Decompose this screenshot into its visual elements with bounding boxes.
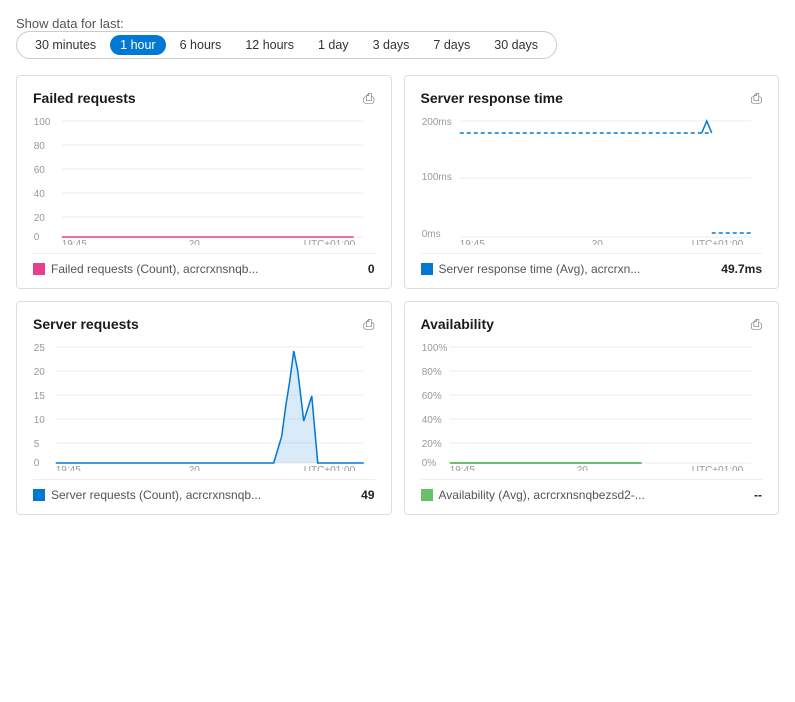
charts-grid: Failed requests ⎙ 100 80 60 40 20 0 [16, 75, 779, 515]
availability-legend-value: -- [754, 488, 762, 502]
failed-requests-title: Failed requests [33, 90, 136, 106]
server-response-time-legend: Server response time (Avg), acrcrxn... 4… [421, 253, 763, 276]
svg-text:0: 0 [34, 458, 40, 469]
server-requests-card: Server requests ⎙ 25 20 15 10 5 0 [16, 301, 392, 515]
svg-text:100%: 100% [421, 343, 447, 354]
svg-text:100: 100 [34, 117, 51, 128]
server-requests-chart-area: 25 20 15 10 5 0 19:45 20 UTC+01:00 [33, 341, 375, 471]
availability-card: Availability ⎙ 100% 80% 60% 40% 20% 0% [404, 301, 780, 515]
availability-legend-text: Availability (Avg), acrcrxnsnqbezsd2-... [439, 488, 645, 502]
server-requests-legend-color-icon [33, 489, 45, 501]
time-btn-30days[interactable]: 30 days [484, 35, 548, 55]
server-response-time-legend-text: Server response time (Avg), acrcrxn... [439, 262, 641, 276]
svg-text:0%: 0% [421, 458, 436, 469]
failed-requests-legend-color-icon [33, 263, 45, 275]
svg-text:19:45: 19:45 [62, 239, 87, 245]
svg-text:200ms: 200ms [421, 117, 451, 128]
svg-text:60: 60 [34, 165, 46, 176]
svg-text:UTC+01:00: UTC+01:00 [304, 239, 356, 245]
failed-requests-card: Failed requests ⎙ 100 80 60 40 20 0 [16, 75, 392, 289]
time-btn-12hours[interactable]: 12 hours [235, 35, 304, 55]
time-btn-6hours[interactable]: 6 hours [170, 35, 232, 55]
time-btn-1hour[interactable]: 1 hour [110, 35, 165, 55]
availability-title: Availability [421, 316, 494, 332]
svg-text:UTC+01:00: UTC+01:00 [691, 465, 743, 471]
server-response-time-header: Server response time ⎙ [421, 90, 763, 107]
svg-text:40: 40 [34, 189, 46, 200]
svg-text:19:45: 19:45 [56, 465, 81, 471]
svg-text:10: 10 [34, 415, 46, 426]
svg-text:0: 0 [34, 232, 40, 243]
server-response-time-svg: 200ms 100ms 0ms 19:45 20 UTC+01:00 [421, 115, 763, 245]
svg-text:UTC+01:00: UTC+01:00 [691, 239, 743, 245]
server-response-time-chart-area: 200ms 100ms 0ms 19:45 20 UTC+01:00 [421, 115, 763, 245]
server-requests-header: Server requests ⎙ [33, 316, 375, 333]
svg-text:0ms: 0ms [421, 229, 440, 240]
availability-pin-icon[interactable]: ⎙ [751, 316, 762, 333]
svg-text:20%: 20% [421, 439, 441, 450]
svg-text:60%: 60% [421, 391, 441, 402]
svg-text:25: 25 [34, 343, 46, 354]
server-response-time-legend-color-icon [421, 263, 433, 275]
svg-text:80: 80 [34, 141, 46, 152]
server-requests-legend-value: 49 [361, 488, 374, 502]
server-requests-svg: 25 20 15 10 5 0 19:45 20 UTC+01:00 [33, 341, 375, 471]
failed-requests-pin-icon[interactable]: ⎙ [363, 90, 374, 107]
svg-text:19:45: 19:45 [459, 239, 484, 245]
availability-chart-area: 100% 80% 60% 40% 20% 0% 19:45 20 UTC+01:… [421, 341, 763, 471]
availability-legend-color-icon [421, 489, 433, 501]
time-btn-3days[interactable]: 3 days [363, 35, 420, 55]
time-btn-1day[interactable]: 1 day [308, 35, 359, 55]
server-response-time-title: Server response time [421, 90, 563, 106]
svg-text:40%: 40% [421, 415, 441, 426]
failed-requests-header: Failed requests ⎙ [33, 90, 375, 107]
failed-requests-legend-text: Failed requests (Count), acrcrxnsnqb... [51, 262, 258, 276]
svg-text:80%: 80% [421, 367, 441, 378]
time-btn-30min[interactable]: 30 minutes [25, 35, 106, 55]
svg-text:19:45: 19:45 [449, 465, 474, 471]
svg-text:20: 20 [576, 465, 588, 471]
server-requests-title: Server requests [33, 316, 139, 332]
failed-requests-svg: 100 80 60 40 20 0 19:45 20 UTC+01:00 [33, 115, 375, 245]
svg-text:20: 20 [591, 239, 603, 245]
server-requests-legend-text: Server requests (Count), acrcrxnsnqb... [51, 488, 261, 502]
failed-requests-legend-value: 0 [368, 262, 375, 276]
server-response-time-card: Server response time ⎙ 200ms 100ms 0ms [404, 75, 780, 289]
server-response-time-legend-value: 49.7ms [721, 262, 762, 276]
server-requests-legend: Server requests (Count), acrcrxnsnqb... … [33, 479, 375, 502]
failed-requests-chart-area: 100 80 60 40 20 0 19:45 20 UTC+01:00 [33, 115, 375, 245]
server-requests-pin-icon[interactable]: ⎙ [363, 316, 374, 333]
svg-text:5: 5 [34, 439, 40, 450]
availability-legend: Availability (Avg), acrcrxnsnqbezsd2-...… [421, 479, 763, 502]
svg-text:20: 20 [34, 213, 46, 224]
svg-text:15: 15 [34, 391, 46, 402]
availability-svg: 100% 80% 60% 40% 20% 0% 19:45 20 UTC+01:… [421, 341, 763, 471]
time-btn-7days[interactable]: 7 days [423, 35, 480, 55]
svg-text:20: 20 [189, 239, 201, 245]
server-response-time-pin-icon[interactable]: ⎙ [751, 90, 762, 107]
svg-text:100ms: 100ms [421, 172, 451, 183]
time-filter-bar: 30 minutes 1 hour 6 hours 12 hours 1 day… [16, 31, 557, 59]
svg-text:20: 20 [189, 465, 201, 471]
failed-requests-legend: Failed requests (Count), acrcrxnsnqb... … [33, 253, 375, 276]
svg-text:20: 20 [34, 367, 46, 378]
svg-text:UTC+01:00: UTC+01:00 [304, 465, 356, 471]
show-data-label: Show data for last: [16, 16, 779, 31]
availability-header: Availability ⎙ [421, 316, 763, 333]
